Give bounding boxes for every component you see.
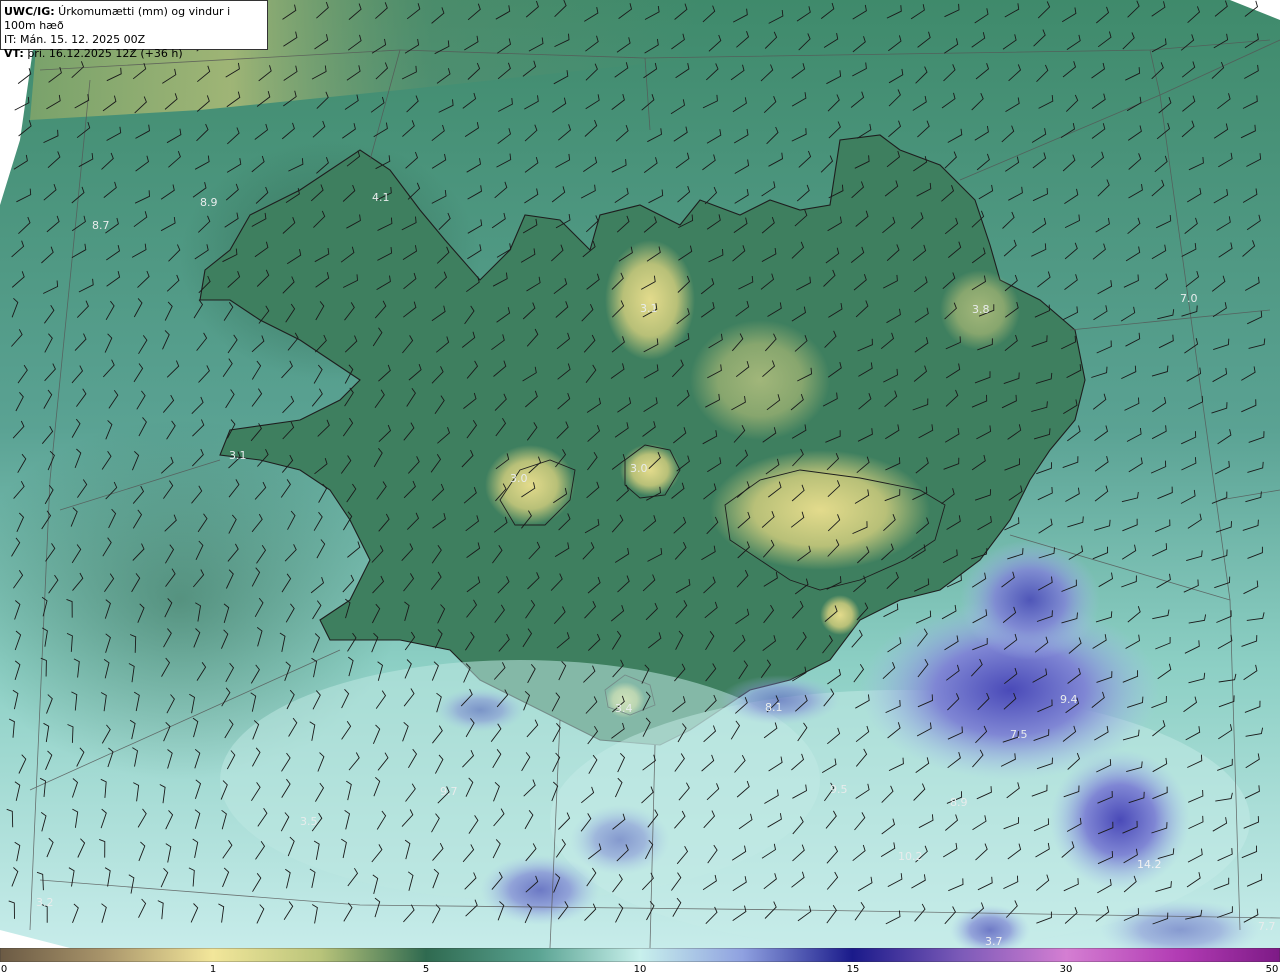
value-label: 8.9 xyxy=(950,796,968,809)
value-label: 3.5 xyxy=(300,815,318,828)
colorbar-tick: 1 xyxy=(209,964,217,975)
colorbar-ticks: 0 1 5 10 15 30 50 xyxy=(0,962,1280,978)
header-line-2: IT: Mán. 15. 12. 2025 00Z xyxy=(4,33,146,46)
value-label: 8.9 xyxy=(200,196,218,209)
value-label: 8.1 xyxy=(765,701,783,714)
value-label: 3.1 xyxy=(229,449,247,462)
value-label: 8.7 xyxy=(92,219,110,232)
value-label: 7.0 xyxy=(1180,292,1198,305)
colorbar-tick: 10 xyxy=(633,964,647,975)
value-label: 3.2 xyxy=(36,896,54,909)
header-line-1: UWC/IG: Úrkomumætti (mm) og vindur i 100… xyxy=(4,5,231,32)
colorbar-tick: 50 xyxy=(1265,964,1279,975)
value-label: 4.1 xyxy=(372,191,390,204)
value-label: 7.5 xyxy=(1010,728,1028,741)
precipitation-map: 4.1 3.1 3.8 7.0 3.1 3.0 3.0 3.4 14.2 3.7… xyxy=(0,0,1280,948)
value-label: 7.7 xyxy=(1258,920,1276,933)
colorbar-tick: 15 xyxy=(846,964,860,975)
value-label: 3.0 xyxy=(630,462,648,475)
value-label: 3.4 xyxy=(615,702,633,715)
header-line-3: VT: þri. 16.12.2025 12Z (+36 h) xyxy=(4,47,183,60)
colorbar-tick: 5 xyxy=(422,964,430,975)
value-label: 3.0 xyxy=(510,472,528,485)
value-label: 3.7 xyxy=(985,935,1003,948)
colorbar-tick: 30 xyxy=(1059,964,1073,975)
value-label: 10.2 xyxy=(898,850,923,863)
value-label: 9.4 xyxy=(1060,693,1078,706)
value-label: 9.5 xyxy=(830,783,848,796)
colorbar-tick: 0 xyxy=(0,964,8,975)
colorbar xyxy=(0,948,1280,962)
value-label: 3.1 xyxy=(640,302,658,315)
value-label: 3.8 xyxy=(972,303,990,316)
value-label: 9.7 xyxy=(440,785,458,798)
value-label: 14.2 xyxy=(1137,858,1162,871)
map-header: UWC/IG: Úrkomumætti (mm) og vindur i 100… xyxy=(0,0,268,60)
